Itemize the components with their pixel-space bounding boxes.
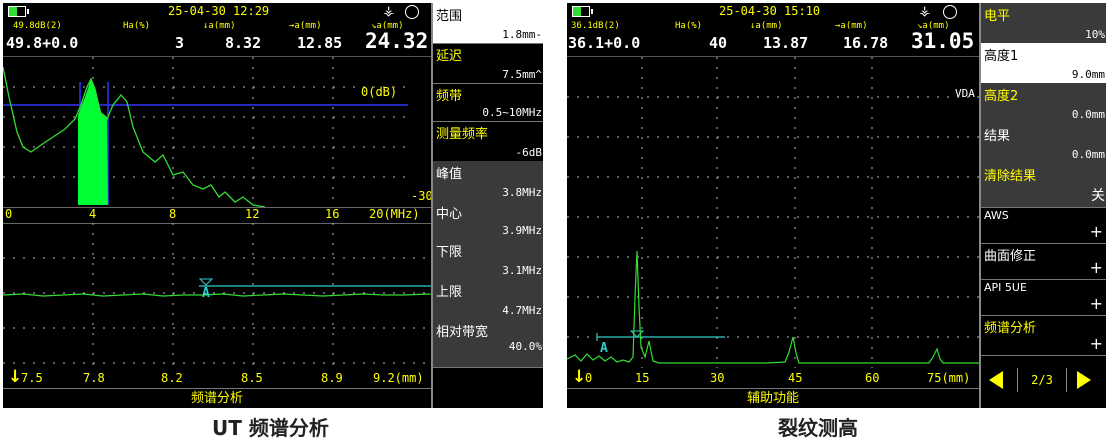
meas-value-depth: 13.87: [763, 34, 809, 52]
function-title: 辅助功能: [567, 388, 979, 408]
probe-icon: ⚶: [383, 4, 395, 19]
freq-tick-0: 0: [5, 207, 13, 221]
caption-left: UT 频谱分析: [212, 416, 329, 440]
menu-item-upper: 上限 4.7MHz: [433, 279, 543, 320]
meas-label-ha: Ha(%): [123, 21, 151, 31]
datetime: 25-04-30 12:29: [168, 4, 270, 18]
menu-item-result: 结果 0.0mm: [981, 123, 1106, 164]
meas-label-surface: →a(mm): [289, 21, 322, 31]
freq-tick-5: 20(MHz): [369, 207, 420, 221]
dist-tick-5: 9.2(mm): [373, 371, 424, 385]
page-indicator: 2/3: [1017, 368, 1067, 392]
menu-item-height1[interactable]: 高度1 9.0mm: [981, 43, 1106, 84]
menu-item-api-5ue[interactable]: API 5UE +: [981, 279, 1106, 316]
menu-item-measure-freq[interactable]: 测量频率 -6dB: [433, 121, 543, 162]
meas-value-path: 31.05: [911, 29, 975, 53]
plus-icon: +: [1089, 334, 1103, 353]
plus-icon: +: [1089, 294, 1103, 313]
plus-icon: +: [1089, 258, 1103, 277]
dist-tick-3: 8.5: [241, 371, 263, 385]
datetime: 25-04-30 15:10: [719, 4, 821, 18]
menu-item-peak: 峰值 3.8MHz: [433, 161, 543, 202]
next-page-button[interactable]: [1077, 371, 1091, 389]
dist-tick-4: 8.9: [321, 371, 343, 385]
probe-icon: ⚶: [919, 4, 931, 19]
menu-item-spectrum-analysis[interactable]: 频谱分析 +: [981, 315, 1106, 356]
dist-tick-2: 8.2: [161, 371, 183, 385]
menu-item-aws[interactable]: AWS +: [981, 207, 1106, 244]
menu-item-height2[interactable]: 高度2 0.0mm: [981, 83, 1106, 124]
menu-item-clear-result[interactable]: 清除结果关: [981, 163, 1106, 208]
pager: 2/3: [981, 355, 1106, 408]
prev-page-button[interactable]: [989, 371, 1003, 389]
meas-label-depth: ↓a(mm): [750, 21, 783, 31]
menu-item-relative-bandwidth: 相对带宽 40.0%: [433, 319, 543, 368]
dist-tick-1: 15: [635, 371, 650, 385]
crack-height-screen: 25-04-30 15:10 ⚶ 36.1dB(2) Ha(%) ↓a(mm) …: [567, 3, 1106, 408]
ascan-plot: [567, 57, 979, 368]
meas-value-ha: 3: [175, 34, 185, 52]
meas-label-surface: →a(mm): [835, 21, 868, 31]
meas-value-gain: 36.1+0.0: [568, 34, 641, 52]
spectrum-plot: [3, 57, 408, 207]
meas-value-ha: 40: [709, 34, 728, 52]
meas-value-gain: 49.8+0.0: [6, 34, 79, 52]
dist-tick-2: 30: [710, 371, 725, 385]
meas-label-gain: 49.8dB(2): [13, 21, 62, 31]
meas-label-depth: ↓a(mm): [203, 21, 236, 31]
freq-tick-3: 12: [245, 207, 260, 221]
status-bar: 25-04-30 15:10 ⚶: [567, 3, 979, 19]
aux-menu: 电平 10% 高度1 9.0mm 高度2 0.0mm 结果 0.0mm 清除结果关 AW…: [979, 3, 1106, 408]
menu-item-level[interactable]: 电平 10%: [981, 3, 1106, 44]
dist-tick-3: 45: [788, 371, 803, 385]
ascan-plot: [3, 223, 431, 368]
menu-item-range[interactable]: 范围 1.8mm-: [433, 3, 543, 44]
status-circle-icon: [405, 5, 419, 19]
dist-tick-0: 7.5: [21, 371, 43, 385]
status-circle-icon: [943, 5, 957, 19]
menu-item-lower: 下限 3.1MHz: [433, 239, 543, 280]
db-low-label: -30: [411, 189, 433, 203]
menu-item-band[interactable]: 频带 0.5~10MHz: [433, 83, 543, 122]
meas-label-ha: Ha(%): [675, 21, 703, 31]
menu-item-delay[interactable]: 延迟 7.5mm^: [433, 43, 543, 84]
dist-tick-1: 7.8: [83, 371, 105, 385]
dist-tick-5: 75(mm): [927, 371, 971, 385]
freq-tick-2: 8: [169, 207, 177, 221]
spectrum-menu: 范围 1.8mm- 延迟 7.5mm^ 频带 0.5~10MHz 测量频率 -6dB 峰…: [431, 3, 543, 408]
gate-label: A: [202, 286, 210, 301]
function-title: 频谱分析: [3, 388, 431, 408]
battery-icon: [8, 6, 29, 17]
status-bar: 25-04-30 12:29 ⚶: [3, 3, 431, 19]
meas-value-surface: 16.78: [843, 34, 889, 52]
freq-tick-1: 4: [89, 207, 97, 221]
spectrum-screen: 25-04-30 12:29 ⚶ 49.8dB(2) Ha(%) ↓a(mm) …: [3, 3, 543, 408]
caption-right: 裂纹测高: [778, 416, 858, 440]
menu-item-curve-correction[interactable]: 曲面修正 +: [981, 243, 1106, 280]
freq-tick-4: 16: [325, 207, 340, 221]
meas-value-path: 24.32: [365, 29, 429, 53]
meas-label-gain: 36.1dB(2): [571, 21, 620, 31]
db-unit-label: 0(dB): [361, 85, 398, 99]
battery-icon: [572, 6, 593, 17]
menu-item-center: 中心 3.9MHz: [433, 201, 543, 240]
dist-tick-4: 60: [865, 371, 880, 385]
gate-label: A: [600, 341, 608, 356]
meas-value-surface: 12.85: [297, 34, 343, 52]
plus-icon: +: [1089, 222, 1103, 241]
meas-value-depth: 8.32: [225, 34, 262, 52]
dist-tick-0: 0: [585, 371, 593, 385]
